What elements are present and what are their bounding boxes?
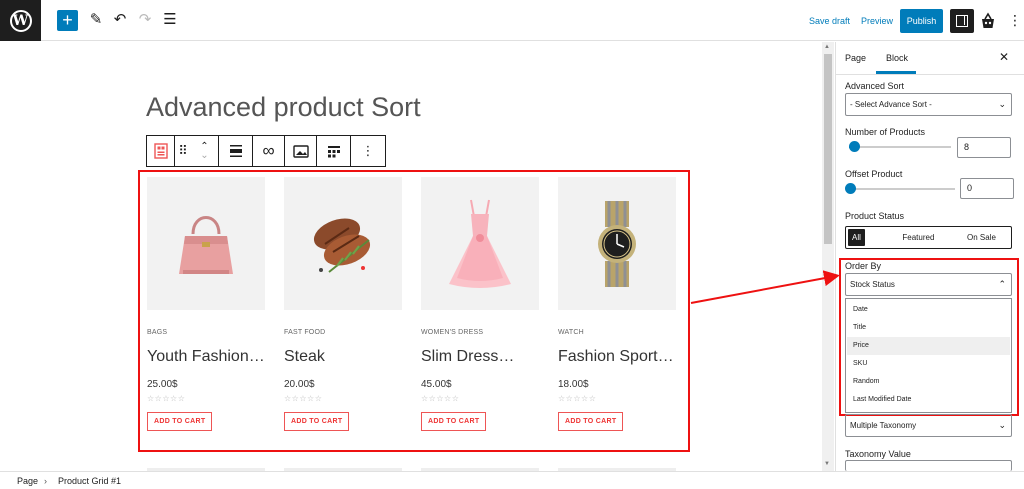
list-view-icon[interactable]: ☰ — [161, 11, 179, 29]
add-to-cart-button[interactable]: ADD TO CART — [558, 412, 624, 431]
product-image-handbag[interactable] — [147, 177, 265, 310]
product-name[interactable]: Slim Dress… — [421, 348, 539, 366]
move-up-down-icon[interactable]: ⌃ ⌄ — [191, 136, 219, 166]
link-icon[interactable]: ∞ — [253, 136, 285, 166]
product-grid-block-icon[interactable] — [147, 136, 175, 166]
product-image-watch[interactable] — [558, 177, 676, 310]
product-status-toggle: All Featured On Sale — [845, 226, 1012, 249]
rating-stars: ☆☆☆☆☆ — [147, 394, 186, 403]
offset-input[interactable]: 0 — [960, 178, 1014, 199]
rating-stars: ☆☆☆☆☆ — [421, 394, 460, 403]
add-block-button[interactable]: + — [57, 10, 78, 31]
breadcrumb-separator-icon: › — [44, 476, 47, 486]
add-to-cart-button[interactable]: ADD TO CART — [421, 412, 487, 431]
taxonomy-select[interactable]: Multiple Taxonomy ⌄ — [845, 414, 1012, 437]
add-to-cart-button[interactable]: ADD TO CART — [284, 412, 350, 431]
advanced-sort-label: Advanced Sort — [845, 81, 905, 91]
active-tab-indicator — [876, 71, 916, 74]
advanced-sort-select[interactable]: - Select Advance Sort - ⌄ — [845, 93, 1012, 116]
align-icon[interactable] — [219, 136, 253, 166]
product-price: 20.00$ — [284, 379, 315, 390]
redo-icon[interactable]: ↷ — [136, 11, 154, 29]
close-icon[interactable]: ✕ — [999, 50, 1009, 64]
sidebar-tabs: Page Block — [835, 42, 1024, 75]
num-products-slider-thumb[interactable] — [849, 141, 860, 152]
table-layout-icon[interactable] — [317, 136, 351, 166]
add-to-cart-button[interactable]: ADD TO CART — [147, 412, 213, 431]
wordpress-icon[interactable]: W — [0, 0, 41, 41]
product-name[interactable]: Fashion Sport… — [558, 348, 676, 366]
publish-button[interactable]: Publish — [900, 9, 943, 33]
status-option-featured[interactable]: Featured — [887, 227, 950, 248]
product-card[interactable]: BAGS Youth Fashion… 25.00$ ☆☆☆☆☆ ADD TO … — [147, 177, 265, 431]
offset-slider-thumb[interactable] — [845, 183, 856, 194]
scroll-down-icon[interactable]: ▼ — [824, 461, 830, 467]
image-settings-icon[interactable] — [285, 136, 317, 166]
product-category: WOMEN'S DRESS — [421, 329, 484, 336]
canvas-scrollbar-thumb[interactable] — [824, 54, 832, 244]
drag-handle-icon[interactable]: ⠿ — [175, 136, 191, 166]
product-card[interactable]: FAST FOOD Steak 20.00$ ☆☆☆☆☆ ADD TO CART — [284, 177, 402, 431]
offset-slider[interactable] — [849, 188, 955, 190]
woocommerce-bag-icon[interactable] — [979, 12, 997, 30]
product-card[interactable]: WOMEN'S DRESS Slim Dress… 45.00$ ☆☆☆☆☆ A… — [421, 177, 539, 431]
save-draft-button[interactable]: Save draft — [809, 16, 850, 26]
product-card[interactable]: WATCH Fashion Sport… 18.00$ ☆☆☆☆☆ ADD TO… — [558, 177, 676, 431]
product-category: WATCH — [558, 329, 584, 336]
product-category: BAGS — [147, 329, 168, 336]
tab-block[interactable]: Block — [886, 53, 908, 63]
offset-label: Offset Product — [845, 169, 903, 179]
block-toolbar: ⠿ ⌃ ⌄ ∞ ⋮ — [146, 135, 386, 167]
num-products-input[interactable]: 8 — [957, 137, 1011, 158]
product-image-dress[interactable] — [421, 177, 539, 310]
pen-icon[interactable]: ✎ — [87, 11, 105, 29]
breadcrumb: Page › Product Grid #1 — [0, 471, 1024, 489]
preview-button[interactable]: Preview — [861, 16, 893, 26]
product-category: FAST FOOD — [284, 329, 326, 336]
breadcrumb-product-grid[interactable]: Product Grid #1 — [58, 476, 121, 486]
status-option-all[interactable]: All — [848, 229, 865, 246]
chevron-down-icon: ⌄ — [998, 99, 1006, 109]
taxonomy-value-label: Taxonomy Value — [845, 449, 911, 459]
taxonomy-value-select[interactable] — [845, 460, 1012, 471]
status-option-on-sale[interactable]: On Sale — [952, 227, 1011, 248]
rating-stars: ☆☆☆☆☆ — [558, 394, 597, 403]
product-price: 25.00$ — [147, 379, 178, 390]
settings-panel-icon[interactable] — [950, 9, 974, 33]
product-name[interactable]: Steak — [284, 348, 402, 366]
product-image-steak[interactable] — [284, 177, 402, 310]
tab-page[interactable]: Page — [845, 53, 866, 63]
breadcrumb-page[interactable]: Page — [17, 476, 38, 486]
rating-stars: ☆☆☆☆☆ — [284, 394, 323, 403]
num-products-label: Number of Products — [845, 127, 926, 137]
product-status-label: Product Status — [845, 211, 905, 221]
more-vertical-icon[interactable]: ⋮ — [1008, 12, 1022, 29]
product-name[interactable]: Youth Fashion… — [147, 348, 265, 366]
undo-icon[interactable]: ↶ — [111, 11, 129, 29]
product-price: 18.00$ — [558, 379, 589, 390]
block-options-icon[interactable]: ⋮ — [351, 136, 385, 166]
page-title[interactable]: Advanced product Sort — [146, 92, 421, 123]
order-by-highlight-frame — [839, 258, 1019, 416]
scroll-up-icon[interactable]: ▲ — [824, 44, 830, 50]
chevron-down-icon: ⌄ — [998, 420, 1006, 430]
editor-top-bar: W + ✎ ↶ ↷ ☰ Save draft Preview Publish ⋮ — [0, 0, 1024, 41]
product-price: 45.00$ — [421, 379, 452, 390]
num-products-slider[interactable] — [849, 146, 951, 148]
